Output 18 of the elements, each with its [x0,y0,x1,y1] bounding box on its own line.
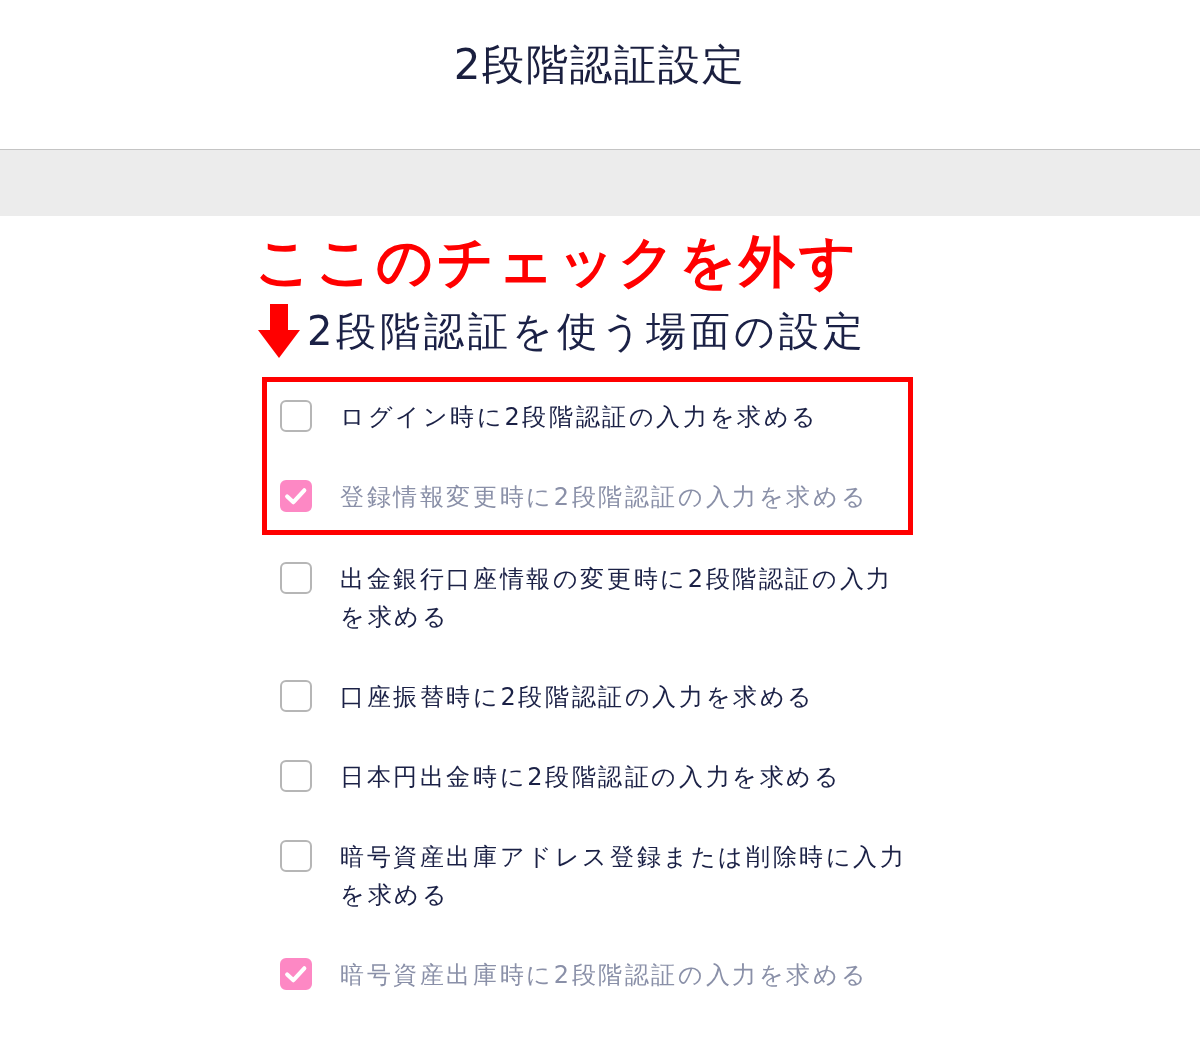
option-label: 暗号資産出庫時に2段階認証の入力を求める [340,960,870,991]
section-heading: 2段階認証を使う場面の設定 [307,307,868,355]
option-label: 暗号資産出庫アドレス登録または削除時に入力を求める [340,842,908,911]
option-label: 口座振替時に2段階認証の入力を求める [340,682,817,713]
checkbox[interactable] [280,840,312,872]
checkbox[interactable] [280,680,312,712]
checkbox[interactable] [280,760,312,792]
option-label: ログイン時に2段階認証の入力を求める [340,402,821,433]
option-label: 出金銀行口座情報の変更時に2段階認証の入力を求める [340,564,894,633]
page-title: 2段階認証設定 [453,39,747,91]
option-label: 日本円出金時に2段階認証の入力を求める [340,762,843,793]
checkbox[interactable] [280,400,312,432]
checkbox[interactable] [280,562,312,594]
annotation-text: ここのチェックを外す [255,230,860,294]
checkbox[interactable] [280,958,312,990]
down-arrow-icon [258,304,300,358]
checkbox[interactable] [280,480,312,512]
option-label: 登録情報変更時に2段階認証の入力を求める [340,482,870,513]
